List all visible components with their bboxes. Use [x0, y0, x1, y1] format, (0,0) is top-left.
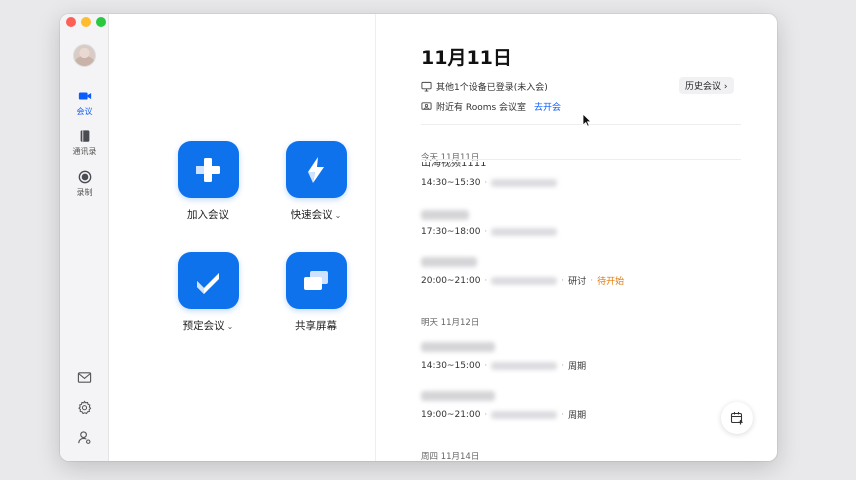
meeting-id-redacted: [491, 361, 558, 370]
meeting-id-redacted: [491, 228, 558, 236]
sidebar-item-contacts[interactable]: 通讯录: [60, 129, 109, 157]
add-calendar-button[interactable]: [721, 402, 753, 434]
list-item[interactable]: 14:30~15:30 ·: [421, 166, 741, 188]
go-to-meeting-link[interactable]: 去开会: [534, 100, 561, 113]
mail-button[interactable]: [60, 370, 109, 389]
nearby-rooms-notice: 附近有 Rooms 会议室 去开会: [421, 100, 561, 113]
schedule-meeting-label: 预定会议: [182, 320, 225, 332]
meeting-time: 20:00~21:00: [421, 275, 481, 286]
page-title: 11月11日: [421, 47, 512, 69]
other-device-text: 其他1个设备已登录(未入会): [436, 83, 548, 93]
nearby-rooms-text: 附近有 Rooms 会议室: [436, 103, 527, 113]
meeting-title-redacted: [421, 257, 477, 267]
record-icon: [78, 170, 91, 184]
mouse-cursor-icon: [582, 113, 592, 127]
history-meetings-button[interactable]: 历史会议 ›: [679, 77, 734, 94]
list-item[interactable]: 19:00~21:00 · · 周期: [421, 389, 741, 421]
home-actions: 加入会议 快速会议 ⌄ 预定会议 ⌄ 共享屏幕: [109, 14, 376, 461]
meeting-id-redacted: [491, 410, 558, 419]
user-settings-icon: [78, 431, 91, 444]
tomorrow-header: 明天 11月12日: [421, 318, 480, 328]
list-item[interactable]: 17:30~18:00 ·: [421, 208, 741, 237]
contacts-book-icon: [80, 130, 89, 142]
close-window-button[interactable]: [66, 17, 76, 27]
rooms-icon: [421, 102, 432, 110]
meeting-id-redacted: [491, 276, 558, 285]
list-item[interactable]: 20:00~21:00 · · 研讨 · 待开始: [421, 255, 741, 287]
sidebar-item-label: 通讯录: [72, 147, 97, 156]
sidebar-item-label: 录制: [76, 188, 93, 197]
chevron-right-icon: ›: [723, 82, 728, 92]
quick-meeting-button[interactable]: [285, 141, 347, 198]
thursday-header: 周四 11月14日: [421, 452, 480, 461]
chevron-down-icon[interactable]: ⌄: [335, 211, 342, 220]
sidebar-item-label: 会议: [76, 107, 93, 116]
meeting-title-redacted: [421, 210, 469, 220]
app-window: 会议 通讯录 录制 加入会议 快速会议 ⌄ 预定会议 ⌄ 共享屏幕 11月11日…: [60, 14, 777, 461]
meeting-tag: 周期: [568, 362, 587, 372]
meeting-time: 17:30~18:00: [421, 227, 481, 237]
join-meeting-button[interactable]: [177, 141, 239, 198]
chevron-down-icon[interactable]: ⌄: [227, 322, 234, 331]
meeting-id-redacted: [491, 179, 558, 187]
plus-icon: [196, 157, 220, 182]
schedule-meeting-action[interactable]: 预定会议 ⌄: [158, 252, 258, 333]
meeting-time: 14:30~15:30: [421, 178, 481, 188]
meeting-tag: 研讨: [568, 277, 587, 287]
quick-meeting-action[interactable]: 快速会议 ⌄: [266, 141, 366, 222]
schedule-panel: 11月11日 其他1个设备已登录(未入会) 历史会议 › 附近有 Rooms 会…: [376, 14, 777, 461]
sidebar-item-recordings[interactable]: 录制: [60, 170, 109, 198]
status-badge: 待开始: [597, 277, 625, 287]
checkmark-icon: [197, 272, 219, 294]
lightning-icon: [308, 156, 324, 183]
divider: [421, 159, 741, 160]
share-screen-button[interactable]: [285, 252, 347, 309]
join-meeting-label: 加入会议: [187, 209, 229, 221]
meeting-time: 14:30~15:00: [421, 360, 481, 371]
gear-icon: [78, 400, 92, 415]
user-settings-button[interactable]: [60, 430, 109, 449]
video-camera-icon: [78, 92, 91, 100]
share-screen-label: 共享屏幕: [295, 320, 337, 332]
list-item[interactable]: 14:30~15:00 · · 周期: [421, 340, 741, 372]
avatar[interactable]: [73, 44, 96, 67]
calendar-add-icon: [730, 412, 743, 425]
meeting-tag: 周期: [568, 411, 587, 421]
window-controls: [66, 17, 106, 27]
sidebar-item-meetings[interactable]: 会议: [60, 89, 109, 117]
sidebar: 会议 通讯录 录制: [60, 14, 109, 461]
meeting-time: 19:00~21:00: [421, 409, 481, 420]
other-device-notice[interactable]: 其他1个设备已登录(未入会): [421, 80, 548, 93]
settings-button[interactable]: [60, 400, 109, 419]
history-label: 历史会议: [685, 82, 722, 92]
share-screen-action[interactable]: 共享屏幕: [266, 252, 366, 333]
meeting-title-redacted: [421, 342, 495, 352]
divider: [421, 124, 741, 125]
meeting-title-redacted: [421, 391, 495, 401]
join-meeting-action[interactable]: 加入会议: [158, 141, 258, 222]
share-screen-icon: [304, 270, 328, 290]
monitor-icon: [421, 81, 432, 92]
quick-meeting-label: 快速会议: [290, 209, 333, 221]
zoom-window-button[interactable]: [96, 17, 106, 27]
minimize-window-button[interactable]: [81, 17, 91, 27]
mail-icon: [77, 372, 92, 383]
schedule-meeting-button[interactable]: [177, 252, 239, 309]
